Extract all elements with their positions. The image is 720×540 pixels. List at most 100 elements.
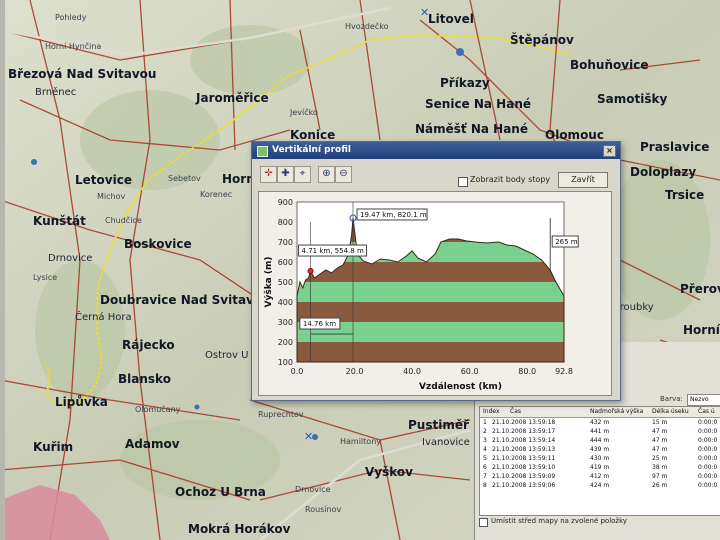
elevation-chart-panel[interactable]: 100 200 300 400 500 600 700 800 900 0.0 20.0 40.0 60… xyxy=(258,191,612,396)
place-label: Doloplazy xyxy=(630,165,697,179)
col-segment-length[interactable]: Délka úseku xyxy=(652,407,689,416)
table-cell: 0:00:0 xyxy=(698,419,718,426)
annotation-height: 265 m xyxy=(555,238,578,246)
y-axis-label: Výška (m) xyxy=(263,257,274,308)
place-label: Blansko xyxy=(118,372,171,386)
table-cell: 0:00:0 xyxy=(698,446,718,453)
table-cell: 7 xyxy=(483,473,487,480)
x-tick-label: 92.8 xyxy=(555,367,573,376)
dialog-titlebar[interactable]: Vertikální profil × xyxy=(252,142,620,159)
y-tick-label: 900 xyxy=(278,198,293,207)
table-cell: 21.10.2008 13:59:17 xyxy=(492,428,556,435)
place-label: Olomučany xyxy=(135,405,181,414)
measure-icon[interactable]: ⌖ xyxy=(294,166,311,183)
place-label: Pohledy xyxy=(55,13,87,22)
table-cell: 0:00:0 xyxy=(698,437,718,444)
crosshair-blue-icon[interactable]: ✚ xyxy=(277,166,294,183)
place-label: Rousínov xyxy=(305,505,342,514)
table-cell: 0:00:0 xyxy=(698,455,718,462)
table-row[interactable]: 8 21.10.2008 13:59:06 424 m 26 m 0:00:0 xyxy=(480,481,720,490)
table-row[interactable]: 2 21.10.2008 13:59:17 441 m 47 m 0:00:0 xyxy=(480,427,720,436)
col-time[interactable]: Čas xyxy=(510,407,521,416)
table-cell: 21.10.2008 13:59:10 xyxy=(492,464,556,471)
place-label: Praslavice xyxy=(640,140,710,154)
place-label: Lysice xyxy=(33,273,58,282)
table-cell: 0:00:0 xyxy=(698,473,718,480)
table-cell: 21.10.2008 13:59:14 xyxy=(492,437,556,444)
place-label: Doubravice Nad Svitavou xyxy=(100,293,271,307)
close-icon[interactable]: × xyxy=(603,145,616,157)
place-label: Bohuňovice xyxy=(570,58,649,72)
table-row[interactable]: 1 21.10.2008 13:59:18 432 m 15 m 0:00:0 xyxy=(480,418,720,427)
place-label: Jevíčko xyxy=(290,108,318,117)
table-row[interactable]: 4 21.10.2008 13:59:13 439 m 47 m 0:00:0 xyxy=(480,445,720,454)
place-label: Rájecko xyxy=(122,338,175,352)
table-cell: 26 m xyxy=(652,482,668,489)
place-label: Drnovice xyxy=(295,485,331,494)
col-segment-time[interactable]: Čas ú xyxy=(698,407,715,416)
table-row[interactable]: 3 21.10.2008 13:59:14 444 m 47 m 0:00:0 xyxy=(480,436,720,445)
y-tick-label: 100 xyxy=(278,358,293,367)
place-label: Horní Hynčina xyxy=(45,42,102,51)
elevation-band xyxy=(297,342,564,362)
table-cell: 419 m xyxy=(590,464,610,471)
place-label: Lipůvka xyxy=(55,395,108,409)
x-tick-label: 0.0 xyxy=(291,367,304,376)
place-label: Kuřim xyxy=(33,440,74,454)
table-cell: 47 m xyxy=(652,446,668,453)
table-cell: 432 m xyxy=(590,419,610,426)
y-tick-label: 600 xyxy=(278,258,293,267)
table-cell: 1 xyxy=(483,419,487,426)
place-label: Přerov xyxy=(680,282,720,296)
place-label: Příkazy xyxy=(440,76,490,90)
table-cell: 21.10.2008 13:59:09 xyxy=(492,473,556,480)
vertical-profile-dialog: Vertikální profil × ✛ ✚ ⌖ ⊕ ⊖ Zobrazit b… xyxy=(251,141,621,401)
center-map-checkbox[interactable] xyxy=(479,518,488,527)
place-label: Litovel xyxy=(428,12,474,26)
table-row[interactable]: 5 21.10.2008 13:59:11 430 m 25 m 0:00:0 xyxy=(480,454,720,463)
table-row[interactable]: 6 21.10.2008 13:59:10 419 m 38 m 0:00:0 xyxy=(480,463,720,472)
table-cell: 430 m xyxy=(590,455,610,462)
y-tick-label: 700 xyxy=(278,238,293,247)
close-button[interactable]: Zavřít xyxy=(558,172,608,188)
place-label: Olomouc xyxy=(545,128,604,142)
table-row[interactable]: 7 21.10.2008 13:59:09 412 m 97 m 0:00:0 xyxy=(480,472,720,481)
place-label: Trsice xyxy=(665,188,705,202)
col-elevation[interactable]: Nadmořská výška xyxy=(590,407,643,416)
table-cell: 0:00:0 xyxy=(698,464,718,471)
y-tick-label: 800 xyxy=(278,218,293,227)
table-cell: 3 xyxy=(483,437,487,444)
track-points-table[interactable]: Index Čas Nadmořská výška Délka úseku Ča… xyxy=(479,406,720,516)
place-label: Štěpánov xyxy=(510,33,574,47)
elevation-chart[interactable]: 100 200 300 400 500 600 700 800 900 0.0 20.0 40.0 60… xyxy=(259,192,611,395)
place-label: Boskovice xyxy=(124,237,192,251)
table-cell: 21.10.2008 13:59:06 xyxy=(492,482,556,489)
place-label: Chudčice xyxy=(105,216,142,225)
table-cell: 47 m xyxy=(652,428,668,435)
annotation-point: 4.71 km, 554.8 m xyxy=(302,247,364,255)
crosshair-red-icon[interactable]: ✛ xyxy=(260,166,277,183)
center-map-label: Umístit střed mapy na zvolené položky xyxy=(491,517,628,525)
color-label: Barva: xyxy=(660,395,683,403)
zoom-in-icon[interactable]: ⊕ xyxy=(318,166,335,183)
table-cell: 21.10.2008 13:59:11 xyxy=(492,455,556,462)
show-points-checkbox[interactable] xyxy=(458,177,468,187)
table-cell: 441 m xyxy=(590,428,610,435)
x-tick-label: 80.0 xyxy=(518,367,536,376)
place-label: Ochoz U Brna xyxy=(175,485,266,499)
annotation-distance: 14.76 km xyxy=(303,320,336,328)
table-cell: 25 m xyxy=(652,455,668,462)
y-tick-label: 400 xyxy=(278,298,293,307)
place-label: Ruprechtov xyxy=(258,410,304,419)
zoom-out-icon[interactable]: ⊖ xyxy=(335,166,352,183)
col-index[interactable]: Index xyxy=(483,407,500,416)
y-tick-label: 500 xyxy=(278,278,293,287)
color-select[interactable]: Nezvo xyxy=(687,394,720,406)
place-label: Hvozdečko xyxy=(345,22,389,31)
place-label: Ostrov U xyxy=(205,350,249,361)
place-label: Ivanovice xyxy=(422,437,470,448)
profile-app-icon xyxy=(257,146,268,157)
table-cell: 439 m xyxy=(590,446,610,453)
table-cell: 6 xyxy=(483,464,487,471)
y-tick-label: 300 xyxy=(278,318,293,327)
